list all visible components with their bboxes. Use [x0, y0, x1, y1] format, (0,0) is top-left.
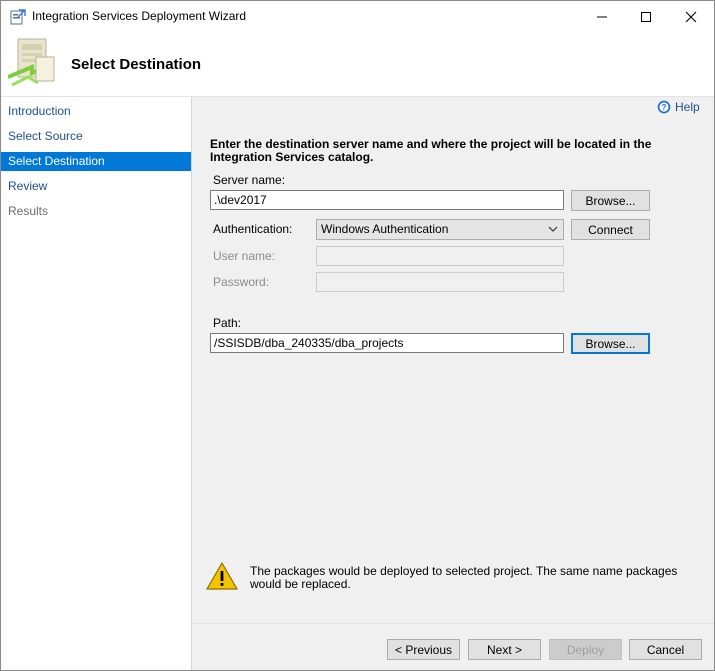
sidebar-item-results: Results [8, 204, 49, 218]
cancel-button[interactable]: Cancel [629, 639, 702, 660]
deploy-button: Deploy [549, 639, 622, 660]
footer-divider [192, 623, 714, 624]
previous-button[interactable]: < Previous [387, 639, 460, 660]
maximize-button[interactable] [623, 1, 669, 32]
server-name-label: Server name: [213, 173, 286, 187]
wizard-logo-icon [8, 38, 55, 87]
wizard-steps-sidebar: Introduction Select Source Select Destin… [1, 97, 192, 670]
server-browse-button[interactable]: Browse... [571, 190, 650, 211]
path-browse-button[interactable]: Browse... [571, 333, 650, 354]
path-input[interactable]: /SSISDB/dba_240335/dba_projects [210, 333, 564, 353]
sidebar-item-select-destination[interactable]: Select Destination [1, 152, 191, 171]
help-label: Help [675, 100, 700, 114]
next-button[interactable]: Next > [468, 639, 541, 660]
authentication-select[interactable]: Windows Authentication [316, 219, 564, 240]
wizard-window: Integration Services Deployment Wizard S… [0, 0, 715, 671]
window-title: Integration Services Deployment Wizard [32, 9, 247, 23]
user-name-input [316, 246, 564, 266]
sidebar-item-introduction[interactable]: Introduction [1, 102, 191, 121]
page-title: Select Destination [71, 56, 202, 73]
close-icon [685, 11, 697, 22]
help-link[interactable]: ? Help [657, 100, 700, 114]
minimize-button[interactable] [579, 1, 625, 32]
title-bar[interactable]: Integration Services Deployment Wizard [1, 1, 714, 32]
maximize-icon [641, 11, 651, 22]
authentication-selected-value: Windows Authentication [321, 222, 449, 236]
server-name-input[interactable]: .\dev2017 [210, 190, 564, 210]
warning-icon [206, 562, 238, 590]
authentication-label: Authentication: [213, 222, 293, 236]
sidebar-item-review[interactable]: Review [1, 177, 191, 196]
warning-message: The packages would be deployed to select… [250, 564, 678, 591]
app-icon [10, 9, 26, 25]
help-icon: ? [657, 100, 671, 114]
connect-button[interactable]: Connect [571, 219, 650, 240]
password-input [316, 272, 564, 292]
path-label: Path: [213, 316, 242, 330]
instruction-text: Enter the destination server name and wh… [210, 137, 652, 164]
minimize-icon [597, 16, 607, 17]
wizard-header: Select Destination [1, 32, 714, 97]
close-button[interactable] [668, 1, 714, 32]
svg-text:?: ? [662, 103, 667, 112]
sidebar-item-select-source[interactable]: Select Source [1, 127, 191, 146]
user-name-label: User name: [213, 249, 276, 263]
password-label: Password: [213, 275, 270, 289]
chevron-down-icon [548, 226, 558, 232]
